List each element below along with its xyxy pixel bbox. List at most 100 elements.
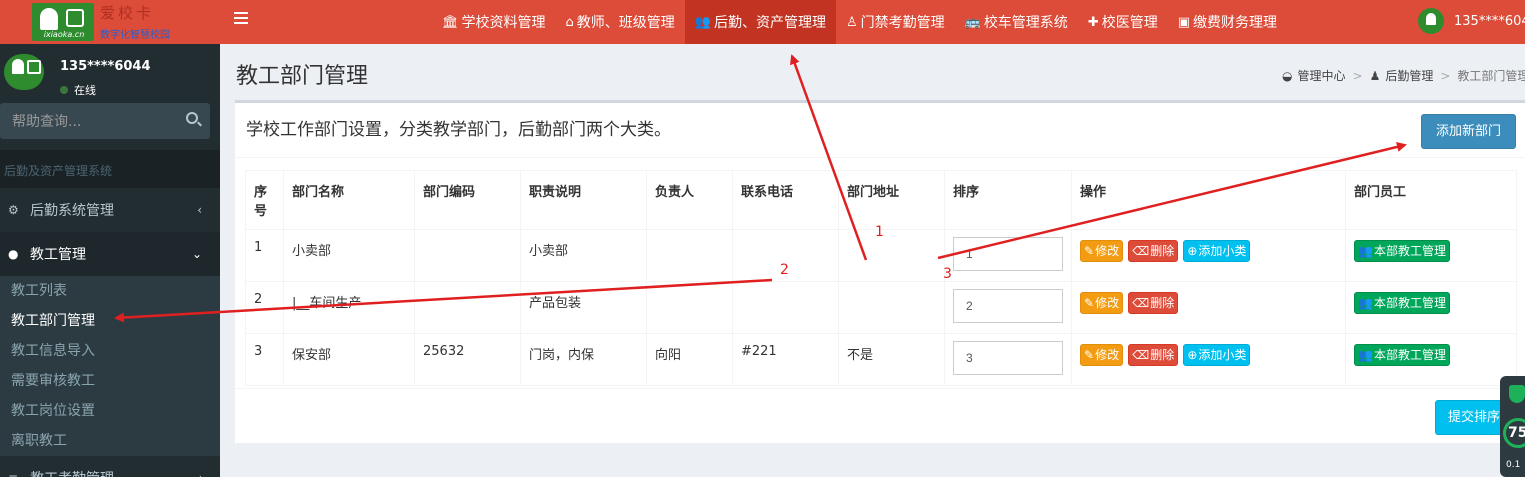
users-icon: 👥 xyxy=(1358,296,1373,310)
nav-logistics-assets[interactable]: 👥 后勤、资产管理理 xyxy=(684,0,836,44)
submenu-staff-departments[interactable]: 教工部门管理 xyxy=(0,306,220,336)
staff-label: 本部教工管理 xyxy=(1373,244,1446,258)
cell-duty: 门岗，内保 xyxy=(520,333,647,386)
cell-address xyxy=(838,281,945,334)
staff-label: 本部教工管理 xyxy=(1373,348,1446,362)
submenu-staff-import[interactable]: 教工信息导入 xyxy=(0,336,220,366)
submenu-staff-review[interactable]: 需要审核教工 xyxy=(0,366,220,396)
cell-actions: ✎修改 ⌫删除 ⊕添加小类 xyxy=(1071,229,1346,282)
eraser-icon: ⌫ xyxy=(1132,348,1150,362)
cell-code xyxy=(414,229,521,282)
nav-school-bus[interactable]: 🚌 校车管理系统 xyxy=(955,0,1078,44)
delete-button[interactable]: ⌫删除 xyxy=(1128,292,1179,314)
list-icon: ≡ xyxy=(8,471,24,477)
user-icon: ♟ xyxy=(1369,68,1381,83)
logo-icon: ixiaoka.cn xyxy=(32,3,94,41)
search-input[interactable]: 帮助查询... xyxy=(0,103,210,139)
edit-label: 修改 xyxy=(1095,244,1120,258)
delete-button[interactable]: ⌫删除 xyxy=(1128,344,1179,366)
department-staff-button[interactable]: 👥本部教工管理 xyxy=(1354,240,1450,262)
top-nav: 🏛 学校资料管理 ⌂ 教师、班级管理 👥 后勤、资产管理理 ♙ 门禁考勤管理 🚌 校车管理… xyxy=(432,0,1287,44)
breadcrumb-home[interactable]: 管理中心 xyxy=(1297,67,1345,84)
col-actions: 操作 xyxy=(1071,170,1346,230)
logo-domain: ixiaoka.cn xyxy=(43,30,85,39)
annotation-label-2: 2 xyxy=(780,262,789,278)
status-text: 在线 xyxy=(74,84,96,97)
avatar xyxy=(1418,8,1444,34)
nav-label: 门禁考勤管理 xyxy=(860,15,945,31)
divider xyxy=(235,157,1525,158)
sort-input[interactable] xyxy=(953,341,1063,375)
sidebar-user-name: 135****6044 xyxy=(60,59,151,74)
nav-school-doctor[interactable]: ✚ 校医管理 xyxy=(1078,0,1168,44)
sidebar-item-staff-attendance[interactable]: ≡ 教工考勤管理 ‹ xyxy=(0,456,220,477)
cell-no: 3 xyxy=(245,333,284,386)
add-subcategory-button[interactable]: ⊕添加小类 xyxy=(1183,240,1251,262)
pencil-icon: ✎ xyxy=(1084,296,1095,310)
users-icon: 👥 xyxy=(694,14,711,30)
edit-label: 修改 xyxy=(1095,296,1120,310)
logo[interactable]: ixiaoka.cn 爱校卡 数字化智慧校园 xyxy=(0,0,220,44)
cell-staff: 👥本部教工管理 xyxy=(1345,229,1517,282)
department-staff-button[interactable]: 👥本部教工管理 xyxy=(1354,292,1450,314)
edit-button[interactable]: ✎修改 xyxy=(1080,240,1124,262)
nav-label: 教师、班级管理 xyxy=(576,15,675,31)
nav-finance[interactable]: ▣ 缴费财务理理 xyxy=(1168,0,1287,44)
intro-text: 学校工作部门设置，分类教学部门，后勤部门两个大类。 xyxy=(246,120,671,140)
cell-name: |__车间生产 xyxy=(283,281,415,334)
sidebar-item-label: 教工管理 xyxy=(30,247,86,263)
annotation-label-1: 1 xyxy=(875,224,884,240)
nav-label: 学校资料管理 xyxy=(461,15,546,31)
breadcrumb-logistics[interactable]: 后勤管理 xyxy=(1385,67,1433,84)
sidebar-item-logistics[interactable]: ⚙ 后勤系统管理 ‹ xyxy=(0,188,220,232)
table-row: 2 |__车间生产 产品包装 ✎修改 ⌫删除 👥本部教工管理 xyxy=(245,281,1517,334)
table-row: 3 保安部 25632 门岗，内保 向阳 #221 不是 ✎修改 ⌫删除 ⊕添加… xyxy=(245,333,1517,386)
search-icon[interactable] xyxy=(186,112,198,124)
gears-icon: ⚙ xyxy=(8,203,19,217)
breadcrumb: ◒ 管理中心 > ♟ 后勤管理 > 教工部门管理 xyxy=(1282,67,1525,84)
add-subcategory-button[interactable]: ⊕添加小类 xyxy=(1183,344,1251,366)
delete-button[interactable]: ⌫删除 xyxy=(1128,240,1179,262)
submenu-staff-list[interactable]: 教工列表 xyxy=(0,276,220,306)
submenu-staff-resigned[interactable]: 离职教工 xyxy=(0,426,220,456)
sidebar-toggle-icon[interactable] xyxy=(234,12,248,24)
cell-head xyxy=(646,281,733,334)
submenu-staff-positions[interactable]: 教工岗位设置 xyxy=(0,396,220,426)
nav-school-info[interactable]: 🏛 学校资料管理 xyxy=(432,0,556,44)
col-head: 负责人 xyxy=(646,170,733,230)
sidebar-item-staff[interactable]: ● 教工管理 ⌄ xyxy=(0,232,220,276)
breadcrumb-separator: > xyxy=(1352,68,1363,83)
add-department-button[interactable]: 添加新部门 xyxy=(1421,114,1516,149)
cell-phone: #221 xyxy=(732,333,839,386)
user-name: 135****6044 xyxy=(1454,13,1525,29)
security-widget[interactable]: 75 0.1 xyxy=(1500,376,1525,477)
cell-name: 保安部 xyxy=(283,333,415,386)
sort-input[interactable] xyxy=(953,289,1063,323)
department-box: 学校工作部门设置，分类教学部门，后勤部门两个大类。 添加新部门 序号 部门名称 … xyxy=(235,100,1525,443)
shield-check-icon xyxy=(1509,385,1525,403)
nav-teacher-class[interactable]: ⌂ 教师、班级管理 xyxy=(556,0,685,44)
staff-label: 本部教工管理 xyxy=(1373,296,1446,310)
cell-actions: ✎修改 ⌫删除 xyxy=(1071,281,1346,334)
cell-phone xyxy=(732,281,839,334)
table-header-row: 序号 部门名称 部门编码 职责说明 负责人 联系电话 部门地址 排序 操作 部门… xyxy=(245,170,1517,230)
sidebar: 135****6044 在线 帮助查询... 后勤及资产管理系统 ⚙ 后勤系统管… xyxy=(0,44,220,477)
nav-label: 后勤、资产管理理 xyxy=(713,15,826,31)
nav-access-attendance[interactable]: ♙ 门禁考勤管理 xyxy=(836,0,955,44)
col-phone: 联系电话 xyxy=(732,170,839,230)
cell-duty: 小卖部 xyxy=(520,229,647,282)
add-sub-label: 添加小类 xyxy=(1198,348,1247,362)
department-staff-button[interactable]: 👥本部教工管理 xyxy=(1354,344,1450,366)
online-status: 在线 xyxy=(60,82,96,98)
edit-button[interactable]: ✎修改 xyxy=(1080,292,1124,314)
breadcrumb-separator: > xyxy=(1440,68,1451,83)
edit-label: 修改 xyxy=(1095,348,1120,362)
sort-input[interactable] xyxy=(953,237,1063,271)
cell-sort xyxy=(944,333,1072,386)
plus-circle-icon: ⊕ xyxy=(1187,244,1198,258)
cell-actions: ✎修改 ⌫删除 ⊕添加小类 xyxy=(1071,333,1346,386)
chevron-left-icon: ‹ xyxy=(197,471,202,477)
user-menu[interactable]: 135****6044 xyxy=(1418,8,1525,34)
cell-staff: 👥本部教工管理 xyxy=(1345,333,1517,386)
edit-button[interactable]: ✎修改 xyxy=(1080,344,1124,366)
